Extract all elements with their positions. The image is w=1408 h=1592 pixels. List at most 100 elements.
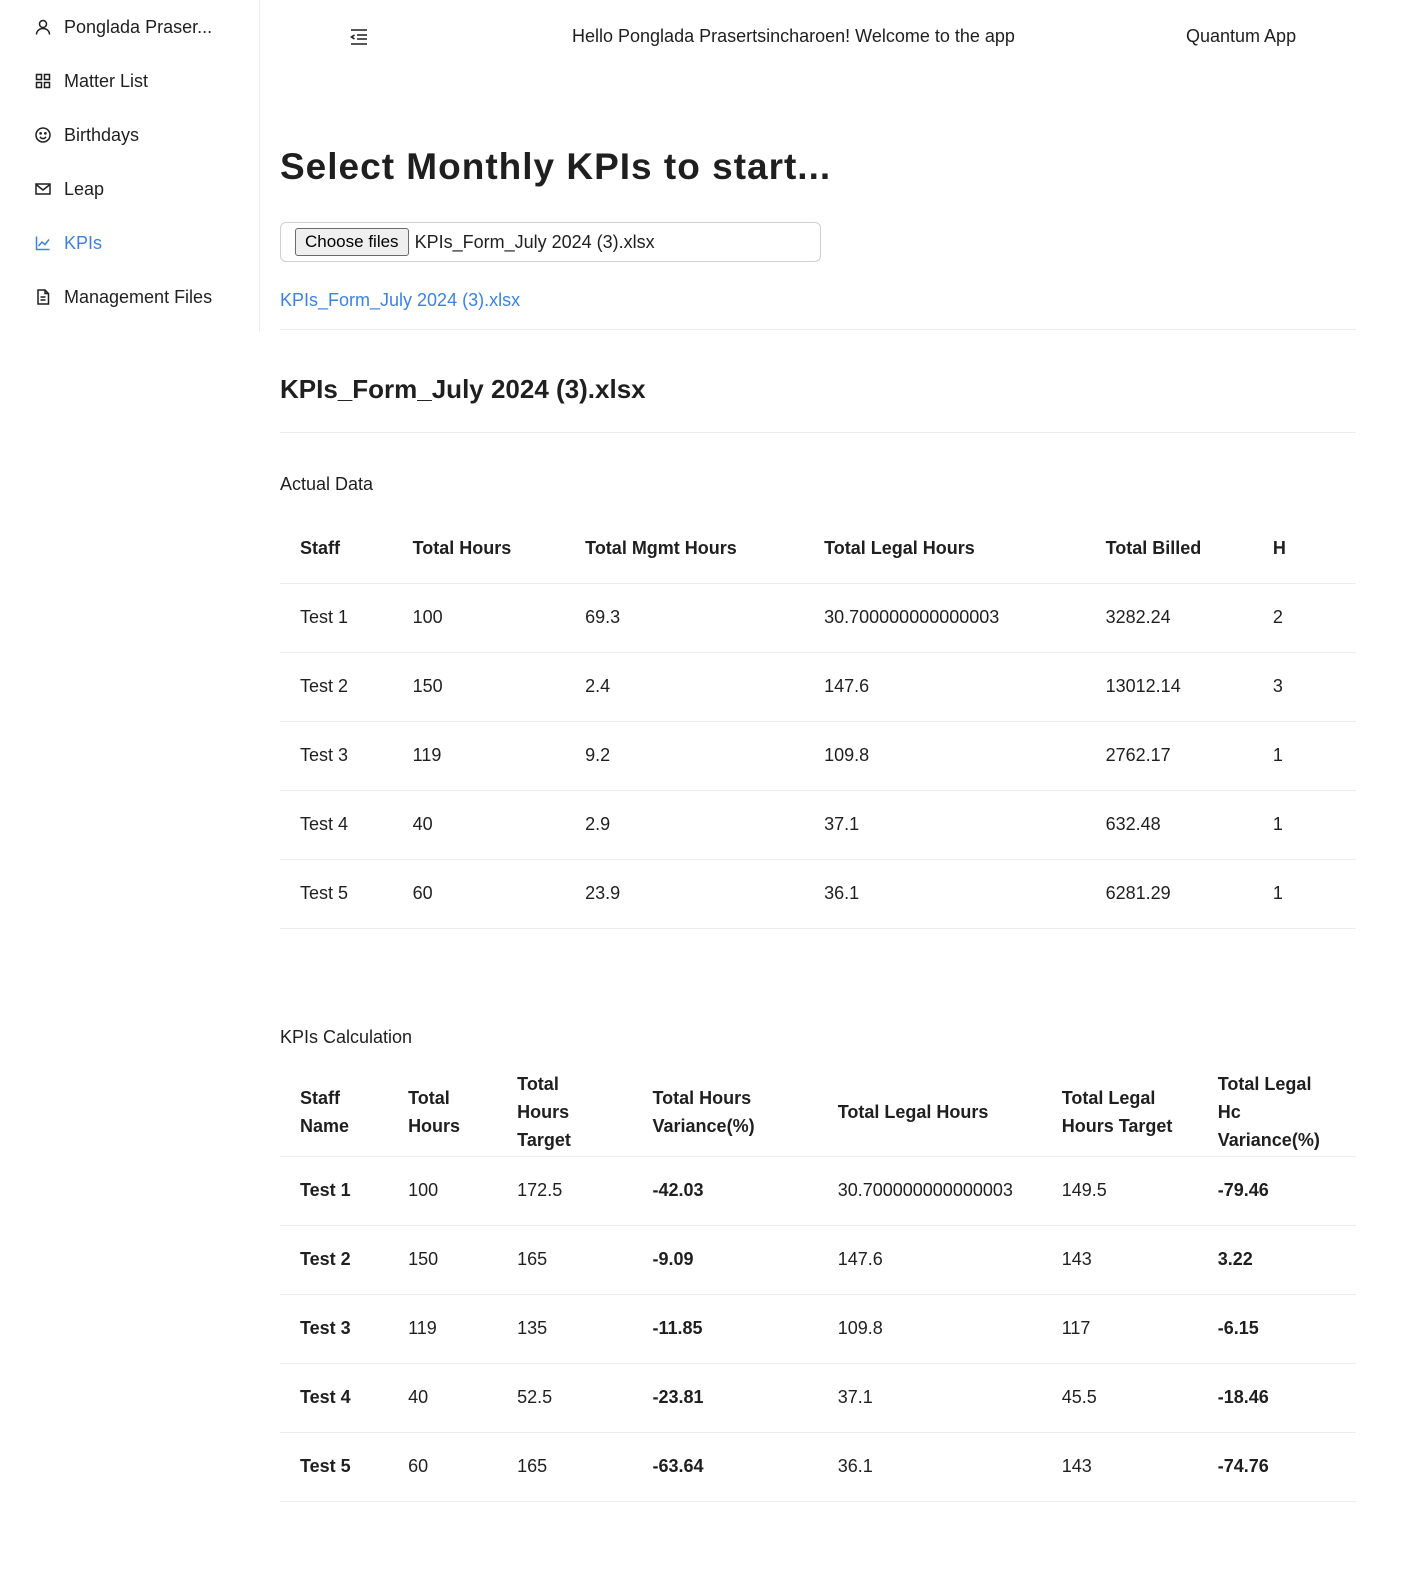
table-cell: 9.2 bbox=[565, 721, 805, 791]
table-cell: 30.700000000000003 bbox=[804, 583, 1086, 653]
table-cell: Test 4 bbox=[280, 790, 393, 860]
table-cell: 37.1 bbox=[804, 790, 1086, 860]
uploaded-file-link[interactable]: KPIs_Form_July 2024 (3).xlsx bbox=[280, 290, 520, 311]
selected-file-name: KPIs_Form_July 2024 (3).xlsx bbox=[414, 231, 655, 252]
sidebar-item-matter-list[interactable]: Matter List bbox=[34, 65, 148, 97]
table-cell: 149.5 bbox=[1041, 1156, 1198, 1226]
table-cell: 69.3 bbox=[565, 583, 805, 653]
table-cell: 1 bbox=[1252, 859, 1356, 929]
sidebar-item-profile[interactable]: Ponglada Praser... bbox=[34, 11, 212, 43]
table-cell: 165 bbox=[497, 1225, 633, 1295]
column-header: Total Hours Target bbox=[497, 1070, 633, 1157]
divider bbox=[280, 432, 1356, 433]
table-row: Test 3 119 135 -11.85 109.8 117 -6.15 bbox=[280, 1294, 1356, 1364]
column-header: Total Hours bbox=[388, 1070, 498, 1157]
sidebar: Ponglada Praser... Matter List Birthdays… bbox=[0, 0, 260, 332]
table-cell: -74.76 bbox=[1197, 1432, 1356, 1502]
table-cell: -11.85 bbox=[632, 1294, 818, 1364]
table-row: Test 1 100 69.3 30.700000000000003 3282.… bbox=[280, 583, 1356, 653]
app-name: Quantum App bbox=[1186, 26, 1297, 46]
table-row: Test 4 40 52.5 -23.81 37.1 45.5 -18.46 bbox=[280, 1363, 1356, 1433]
kpis-table-container[interactable]: Staff Name Total Hours Total Hours Targe… bbox=[280, 1070, 1356, 1502]
table-cell: -18.46 bbox=[1197, 1363, 1356, 1433]
table-cell: 36.1 bbox=[817, 1432, 1042, 1502]
table-row: Test 2 150 165 -9.09 147.6 143 3.22 bbox=[280, 1225, 1356, 1295]
table-cell: 3 bbox=[1252, 652, 1356, 722]
column-header: Total Legal Hours bbox=[817, 1070, 1042, 1157]
table-cell: 2 bbox=[1252, 583, 1356, 653]
table-cell: 143 bbox=[1041, 1432, 1198, 1502]
table-cell: 13012.14 bbox=[1085, 652, 1253, 722]
grid-icon bbox=[34, 72, 52, 90]
sidebar-item-leap[interactable]: Leap bbox=[34, 173, 104, 205]
table-cell: 117 bbox=[1041, 1294, 1198, 1364]
table-row: Test 5 60 165 -63.64 36.1 143 -74.76 bbox=[280, 1432, 1356, 1502]
table-row: Test 4 40 2.9 37.1 632.48 1 bbox=[280, 790, 1356, 860]
table-cell: 6281.29 bbox=[1085, 859, 1253, 929]
column-header: Total Hours bbox=[392, 515, 566, 584]
table-cell: 3.22 bbox=[1197, 1225, 1356, 1295]
divider bbox=[280, 329, 1356, 330]
table-cell: 40 bbox=[388, 1363, 498, 1433]
sidebar-item-label: Ponglada Praser... bbox=[64, 16, 213, 37]
table-cell: Test 5 bbox=[280, 1432, 389, 1502]
column-header: Total Legal Hours bbox=[804, 515, 1086, 584]
mail-icon bbox=[34, 180, 52, 198]
table-cell: 30.700000000000003 bbox=[817, 1156, 1042, 1226]
column-header: Total Billed bbox=[1085, 515, 1253, 584]
file-section-title: KPIs_Form_July 2024 (3).xlsx bbox=[280, 374, 646, 404]
table-cell: 37.1 bbox=[817, 1363, 1042, 1433]
table-cell: 109.8 bbox=[804, 721, 1086, 791]
table-cell: 100 bbox=[392, 583, 566, 653]
table-cell: 2762.17 bbox=[1085, 721, 1253, 791]
table-cell: Test 2 bbox=[280, 1225, 389, 1295]
menu-fold-button[interactable] bbox=[346, 24, 372, 50]
table-cell: -9.09 bbox=[632, 1225, 818, 1295]
welcome-message: Hello Ponglada Prasertsincharoen! Welcom… bbox=[572, 26, 1015, 46]
sidebar-item-label: Birthdays bbox=[64, 124, 140, 145]
table-cell: 143 bbox=[1041, 1225, 1198, 1295]
file-icon bbox=[34, 288, 52, 306]
smile-icon bbox=[34, 126, 52, 144]
sidebar-item-birthdays[interactable]: Birthdays bbox=[34, 119, 139, 151]
table-cell: 109.8 bbox=[817, 1294, 1042, 1364]
table-cell: Test 1 bbox=[280, 583, 393, 653]
column-header: Total Legal Hours Target bbox=[1041, 1070, 1198, 1157]
table-cell: 3282.24 bbox=[1085, 583, 1253, 653]
column-header: H bbox=[1252, 515, 1356, 584]
actual-data-table-container[interactable]: Staff Total Hours Total Mgmt Hours Total… bbox=[280, 515, 1356, 929]
table-cell: Test 4 bbox=[280, 1363, 389, 1433]
table-cell: 60 bbox=[392, 859, 566, 929]
choose-files-button[interactable]: Choose files bbox=[295, 228, 409, 256]
kpis-calculation-table: Staff Name Total Hours Total Hours Targe… bbox=[280, 1070, 1356, 1502]
table-cell: Test 3 bbox=[280, 721, 393, 791]
table-cell: 1 bbox=[1252, 790, 1356, 860]
table-row: Test 3 119 9.2 109.8 2762.17 1 bbox=[280, 721, 1356, 791]
user-icon bbox=[34, 18, 52, 36]
table-header-row: Staff Name Total Hours Total Hours Targe… bbox=[280, 1070, 1356, 1157]
table-cell: 172.5 bbox=[497, 1156, 633, 1226]
table-cell: Test 5 bbox=[280, 859, 393, 929]
table-cell: 45.5 bbox=[1041, 1363, 1198, 1433]
table-row: Test 5 60 23.9 36.1 6281.29 1 bbox=[280, 859, 1356, 929]
menu-fold-icon bbox=[350, 29, 367, 45]
table-cell: 150 bbox=[388, 1225, 498, 1295]
table-cell: 60 bbox=[388, 1432, 498, 1502]
kpis-calculation-label: KPIs Calculation bbox=[280, 1027, 413, 1047]
table-cell: 165 bbox=[497, 1432, 633, 1502]
table-cell: -63.64 bbox=[632, 1432, 818, 1502]
actual-data-table: Staff Total Hours Total Mgmt Hours Total… bbox=[280, 515, 1356, 929]
sidebar-item-kpis[interactable]: KPIs bbox=[34, 227, 102, 259]
sidebar-item-label: Leap bbox=[64, 178, 105, 199]
column-header: Staff bbox=[280, 515, 393, 584]
table-row: Test 1 100 172.5 -42.03 30.7000000000000… bbox=[280, 1156, 1356, 1226]
sidebar-item-label: Management Files bbox=[64, 286, 213, 307]
table-cell: 100 bbox=[388, 1156, 498, 1226]
table-cell: 2.4 bbox=[565, 652, 805, 722]
file-upload-field[interactable]: Choose files KPIs_Form_July 2024 (3).xls… bbox=[280, 222, 821, 262]
table-header-row: Staff Total Hours Total Mgmt Hours Total… bbox=[280, 515, 1356, 584]
table-cell: 23.9 bbox=[565, 859, 805, 929]
sidebar-item-management-files[interactable]: Management Files bbox=[34, 281, 212, 313]
page-title: Select Monthly KPIs to start... bbox=[280, 146, 832, 187]
sidebar-item-label: KPIs bbox=[64, 232, 103, 253]
